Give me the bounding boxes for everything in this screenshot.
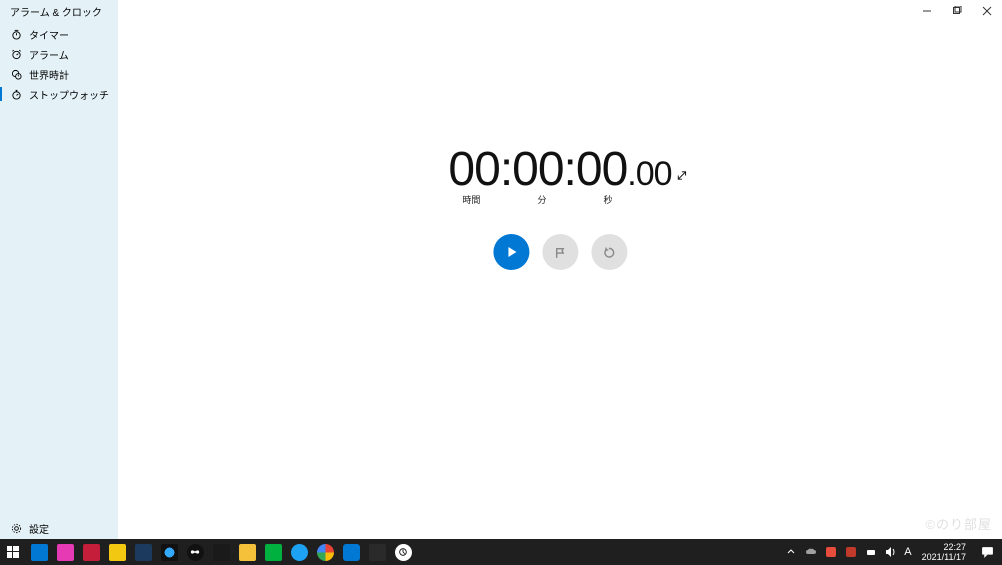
sidebar-item-world-clock[interactable]: 世界時計 [0,64,118,84]
maximize-button[interactable] [942,0,972,22]
clock-time: 22:27 [922,542,966,552]
sidebar-item-stopwatch[interactable]: ストップウォッチ [0,84,118,104]
taskbar-app[interactable] [312,539,338,565]
taskbar-app[interactable] [52,539,78,565]
taskbar-app[interactable] [130,539,156,565]
gear-icon [9,523,23,534]
alarm-icon [9,49,23,60]
taskbar-app[interactable] [364,539,390,565]
tray-network-icon[interactable] [864,545,878,559]
seconds-value: 00 [576,143,627,196]
clock-date: 2021/11/17 [922,552,966,562]
taskbar-app[interactable] [26,539,52,565]
taskbar-app[interactable] [338,539,364,565]
tray-onedrive-icon[interactable] [804,545,818,559]
sidebar-item-settings[interactable]: 設定 [0,517,118,539]
sidebar: タイマー アラーム 世界時計 ストップウォッチ [0,22,118,539]
hours-value: 00 [448,143,499,196]
minimize-button[interactable] [912,0,942,22]
taskbar-app[interactable] [78,539,104,565]
taskbar-clock[interactable]: 22:27 2021/11/17 [918,542,970,562]
stopwatch-controls [448,234,671,270]
taskbar-app[interactable] [156,539,182,565]
taskbar-app[interactable] [234,539,260,565]
expand-button[interactable] [677,138,688,193]
window-body: タイマー アラーム 世界時計 ストップウォッチ [0,22,1002,539]
lap-button[interactable] [542,234,578,270]
start-button[interactable] [493,234,529,270]
tray-app-icon[interactable] [844,545,858,559]
sidebar-item-label: ストップウォッチ [29,87,109,102]
centiseconds-value: 00 [636,155,672,193]
stopwatch: 00:00:00.00 時間 分 秒 [448,142,671,270]
app-window: アラーム & クロック タイマー [0,0,1002,539]
reset-button[interactable] [591,234,627,270]
sidebar-item-alarm[interactable]: アラーム [0,44,118,64]
sidebar-item-label: アラーム [29,47,69,62]
tray-ime[interactable]: A [904,545,911,559]
action-center-button[interactable] [976,539,998,565]
sidebar-item-timer[interactable]: タイマー [0,24,118,44]
taskbar: A 22:27 2021/11/17 [0,539,1002,565]
watermark: ©のり部屋 [925,514,992,533]
time-display: 00:00:00.00 [448,142,671,197]
main-content: 00:00:00.00 時間 分 秒 [118,22,1002,539]
taskbar-app[interactable] [260,539,286,565]
taskbar-app[interactable] [208,539,234,565]
sidebar-item-label: 世界時計 [29,67,69,82]
taskbar-app[interactable] [182,539,208,565]
stopwatch-icon [9,89,23,100]
minutes-value: 00 [512,143,563,196]
start-button[interactable] [0,539,26,565]
window-title: アラーム & クロック [10,4,102,19]
tray-chevron-icon[interactable] [784,545,798,559]
taskbar-app[interactable] [286,539,312,565]
world-clock-icon [9,69,23,80]
settings-label: 設定 [29,521,49,536]
timer-icon [9,29,23,40]
taskbar-apps [26,539,416,565]
sidebar-item-label: タイマー [29,27,69,42]
taskbar-app[interactable] [104,539,130,565]
tray-app-icon[interactable] [824,545,838,559]
titlebar: アラーム & クロック [0,0,1002,22]
close-button[interactable] [972,0,1002,22]
system-tray: A 22:27 2021/11/17 [784,539,1002,565]
tray-volume-icon[interactable] [884,545,898,559]
window-controls [912,0,1002,22]
taskbar-app[interactable] [390,539,416,565]
